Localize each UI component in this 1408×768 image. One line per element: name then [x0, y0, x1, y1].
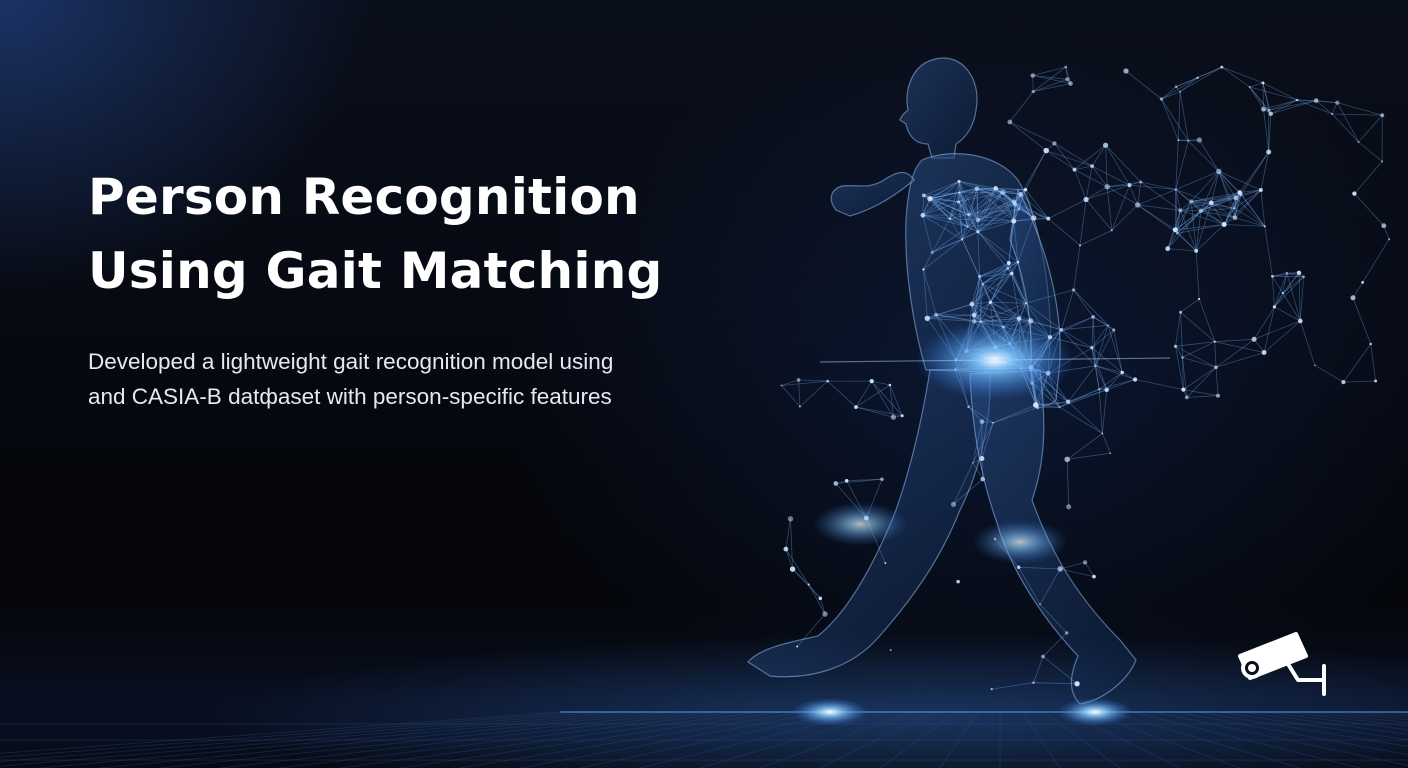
title-line-1: Person Recognition [88, 168, 640, 226]
page-title: Person Recognition Using Gait Matching [88, 160, 708, 308]
slide: Person Recognition Using Gait Matching D… [0, 0, 1408, 768]
subtitle-line-2: and CASIA-B datфaset with person-specifi… [88, 384, 612, 409]
subtitle: Developed a lightweight gait recognition… [88, 344, 728, 414]
title-line-2: Using Gait Matching [88, 242, 663, 300]
security-camera-icon [1238, 632, 1326, 696]
subtitle-line-1: Developed a lightweight gait recognition… [88, 349, 614, 374]
